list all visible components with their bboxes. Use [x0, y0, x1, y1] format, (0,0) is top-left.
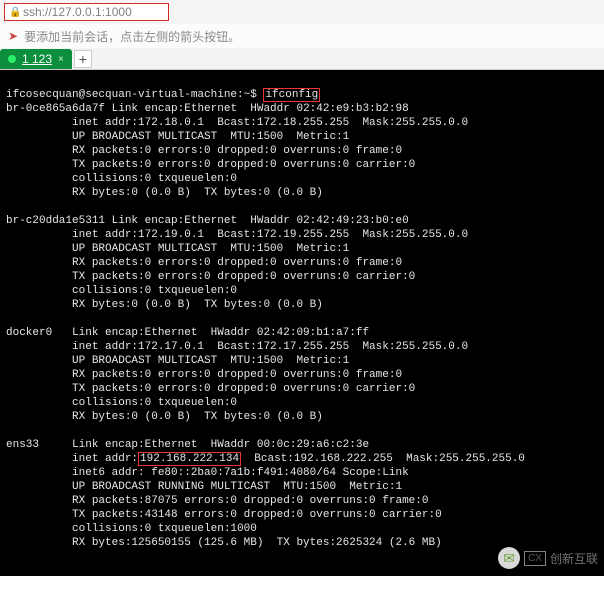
iface-line: UP BROADCAST MULTICAST MTU:1500 Metric:1	[6, 355, 349, 367]
info-bar: ➤ 要添加当前会话，点击左侧的箭头按钮。	[0, 24, 604, 48]
tab-close-icon[interactable]: ×	[58, 54, 64, 65]
iface-line: inet6 addr: fe80::2ba0:7a1b:f491:4080/64…	[6, 467, 409, 479]
terminal[interactable]: ifcosecquan@secquan-virtual-machine:~$ i…	[0, 70, 604, 576]
wechat-icon: ✉	[498, 547, 520, 569]
plus-icon: +	[79, 51, 87, 67]
tab-label: 1 123	[22, 52, 52, 66]
iface-line: RX packets:0 errors:0 dropped:0 overruns…	[6, 257, 402, 269]
iface-line: UP BROADCAST RUNNING MULTICAST MTU:1500 …	[6, 481, 402, 493]
iface-line: RX packets:87075 errors:0 dropped:0 over…	[6, 495, 428, 507]
iface-line: RX bytes:0 (0.0 B) TX bytes:0 (0.0 B)	[6, 411, 323, 423]
iface-line: TX packets:0 errors:0 dropped:0 overruns…	[6, 159, 415, 171]
iface-line: Link encap:Ethernet HWaddr 00:0c:29:a6:c…	[39, 439, 369, 451]
iface-line: Link encap:Ethernet HWaddr 02:42:49:23:b…	[105, 215, 409, 227]
new-tab-button[interactable]: +	[74, 50, 92, 68]
iface-line: collisions:0 txqueuelen:0	[6, 397, 237, 409]
iface-line: RX packets:0 errors:0 dropped:0 overruns…	[6, 369, 402, 381]
iface-line: Link encap:Ethernet HWaddr 02:42:e9:b3:b…	[105, 103, 409, 115]
tab-active[interactable]: 1 123 ×	[0, 49, 72, 69]
iface-line: RX packets:0 errors:0 dropped:0 overruns…	[6, 145, 402, 157]
status-dot-icon	[8, 55, 16, 63]
watermark-text: 创新互联	[550, 550, 598, 567]
watermark: ✉ CX 创新互联	[498, 547, 598, 569]
iface-line: inet addr:172.19.0.1 Bcast:172.19.255.25…	[6, 229, 468, 241]
iface-line: TX packets:0 errors:0 dropped:0 overruns…	[6, 383, 415, 395]
arrow-flag-icon[interactable]: ➤	[8, 29, 18, 43]
iface-line: UP BROADCAST MULTICAST MTU:1500 Metric:1	[6, 243, 349, 255]
iface-line: Bcast:192.168.222.255 Mask:255.255.255.0	[241, 453, 525, 465]
iface-line: inet addr:172.18.0.1 Bcast:172.18.255.25…	[6, 117, 468, 129]
iface-line: collisions:0 txqueuelen:0	[6, 173, 237, 185]
iface-name: docker0	[6, 327, 52, 339]
address-bar: 🔒 ssh://127.0.0.1:1000	[0, 0, 604, 24]
watermark-cx: CX	[524, 551, 546, 566]
iface-line: inet addr:172.17.0.1 Bcast:172.17.255.25…	[6, 341, 468, 353]
iface-name: br-0ce865a6da7f	[6, 103, 105, 115]
tab-bar: 1 123 × +	[0, 48, 604, 70]
cmd-highlight: ifconfig	[263, 88, 320, 102]
iface-line: RX bytes:0 (0.0 B) TX bytes:0 (0.0 B)	[6, 299, 323, 311]
iface-name: ens33	[6, 439, 39, 451]
iface-line: Link encap:Ethernet HWaddr 02:42:09:b1:a…	[52, 327, 369, 339]
info-hint: 要添加当前会话，点击左侧的箭头按钮。	[24, 28, 240, 45]
lock-icon: 🔒	[9, 7, 19, 17]
iface-line: collisions:0 txqueuelen:0	[6, 285, 237, 297]
iface-line: RX bytes:125650155 (125.6 MB) TX bytes:2…	[6, 537, 442, 549]
prompt: ifcosecquan@secquan-virtual-machine:~$	[6, 89, 263, 101]
iface-line: TX packets:43148 errors:0 dropped:0 over…	[6, 509, 442, 521]
address-box[interactable]: 🔒 ssh://127.0.0.1:1000	[4, 3, 169, 21]
ip-highlight: 192.168.222.134	[138, 452, 241, 466]
address-text: ssh://127.0.0.1:1000	[23, 5, 132, 19]
iface-line: RX bytes:0 (0.0 B) TX bytes:0 (0.0 B)	[6, 187, 323, 199]
iface-line: TX packets:0 errors:0 dropped:0 overruns…	[6, 271, 415, 283]
iface-line: UP BROADCAST MULTICAST MTU:1500 Metric:1	[6, 131, 349, 143]
iface-line: inet addr:	[6, 453, 138, 465]
iface-line: collisions:0 txqueuelen:1000	[6, 523, 257, 535]
iface-name: br-c20dda1e5311	[6, 215, 105, 227]
